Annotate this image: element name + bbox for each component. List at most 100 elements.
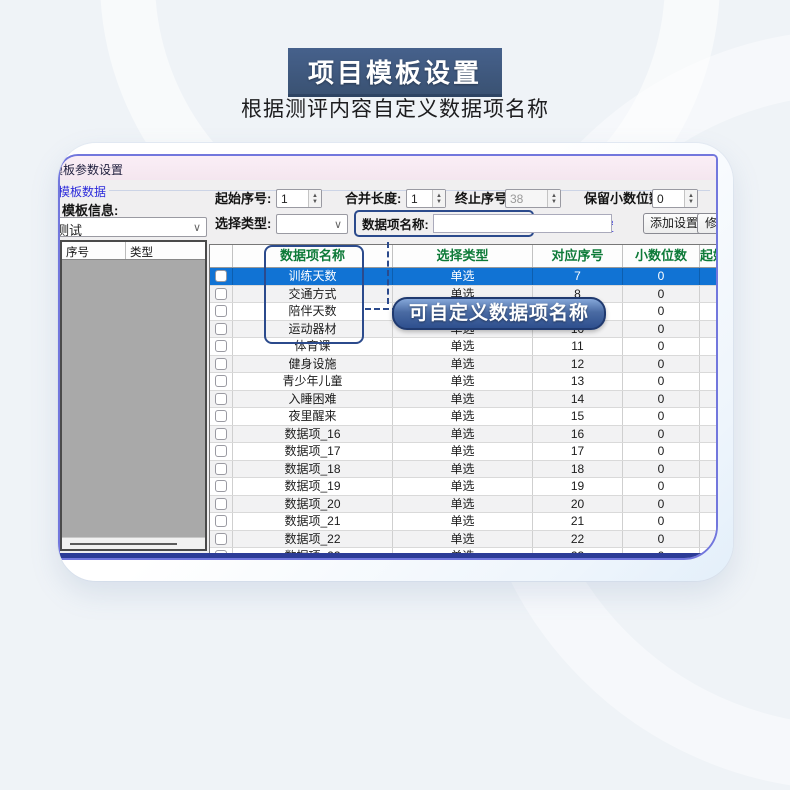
cell-select-type: 单选 — [393, 408, 533, 425]
page-title: 项目模板设置 — [288, 48, 502, 97]
decimal-places-value: 0 — [653, 190, 684, 207]
table-row[interactable]: 数据项_20 单选 20 0 — [210, 496, 716, 514]
row-checkbox[interactable] — [215, 323, 227, 335]
cell-decimals: 0 — [623, 391, 700, 408]
cell-decimals: 0 — [623, 496, 700, 513]
cell-number: 14 — [533, 391, 623, 408]
item-name-input[interactable] — [433, 214, 612, 233]
row-checkbox[interactable] — [215, 445, 227, 457]
row-checkbox[interactable] — [215, 463, 227, 475]
cell-start-number — [700, 496, 716, 513]
cell-item-name: 夜里醒来 — [233, 408, 393, 425]
col-header-decimals: 小数位数 — [623, 245, 700, 267]
cell-number: 15 — [533, 408, 623, 425]
table-row[interactable]: 健身设施 单选 12 0 — [210, 356, 716, 374]
scrollbar-thumb[interactable] — [70, 543, 177, 545]
cell-start-number — [700, 373, 716, 390]
cell-start-number — [700, 286, 716, 303]
annotation-dashed-line — [387, 242, 389, 304]
col-header-number: 对应序号 — [533, 245, 623, 267]
cell-start-number — [700, 356, 716, 373]
template-select[interactable]: 测试 ∨ — [58, 217, 207, 237]
cell-item-name: 数据项_21 — [233, 513, 393, 530]
row-checkbox[interactable] — [215, 428, 227, 440]
cell-item-name: 健身设施 — [233, 356, 393, 373]
groupbox-label: 模板数据 — [58, 183, 109, 200]
row-checkbox[interactable] — [215, 515, 227, 527]
cell-number: 12 — [533, 356, 623, 373]
cell-decimals: 0 — [623, 426, 700, 443]
cell-select-type: 单选 — [393, 426, 533, 443]
row-checkbox[interactable] — [215, 375, 227, 387]
table-row[interactable]: 数据项_18 单选 18 0 — [210, 461, 716, 479]
cell-number: 21 — [533, 513, 623, 530]
cell-start-number — [700, 478, 716, 495]
cell-item-name: 数据项_18 — [233, 461, 393, 478]
row-checkbox[interactable] — [215, 480, 227, 492]
cell-item-name: 青少年儿童 — [233, 373, 393, 390]
horizontal-scrollbar[interactable] — [62, 537, 205, 549]
row-checkbox[interactable] — [215, 410, 227, 422]
page-subtitle: 根据测评内容自定义数据项名称 — [0, 93, 790, 123]
stepper-arrows-icon[interactable]: ▲▼ — [432, 190, 445, 207]
custom-name-callout: 可自定义数据项名称 — [392, 297, 606, 330]
stepper-arrows-icon[interactable]: ▲▼ — [308, 190, 321, 207]
table-row[interactable]: 夜里醒来 单选 15 0 — [210, 408, 716, 426]
cell-decimals: 0 — [623, 356, 700, 373]
template-settings-dialog: 模板参数设置 模板数据 模板信息: 测试 ∨ 序号 类型 起始序号: 1 ▲▼ … — [58, 154, 718, 560]
select-all-cell — [210, 245, 233, 267]
cell-select-type: 单选 — [393, 268, 533, 285]
cell-start-number — [700, 531, 716, 548]
cell-item-name: 数据项_16 — [233, 426, 393, 443]
cell-start-number — [700, 321, 716, 338]
table-row[interactable]: 数据项_21 单选 21 0 — [210, 513, 716, 531]
end-number-stepper: 38 ▲▼ — [505, 189, 561, 208]
cell-number: 22 — [533, 531, 623, 548]
cell-number: 16 — [533, 426, 623, 443]
cell-select-type: 单选 — [393, 513, 533, 530]
row-checkbox[interactable] — [215, 498, 227, 510]
table-row[interactable]: 数据项_16 单选 16 0 — [210, 426, 716, 444]
cell-decimals: 0 — [623, 478, 700, 495]
cell-decimals: 0 — [623, 461, 700, 478]
cell-item-name: 入睡困难 — [233, 391, 393, 408]
select-type-dropdown[interactable]: ∨ — [276, 214, 348, 234]
row-checkbox[interactable] — [215, 358, 227, 370]
cell-number: 11 — [533, 338, 623, 355]
cell-select-type: 单选 — [393, 496, 533, 513]
merge-length-stepper[interactable]: 1 ▲▼ — [406, 189, 446, 208]
cell-start-number — [700, 391, 716, 408]
table-row[interactable]: 数据项_19 单选 19 0 — [210, 478, 716, 496]
cell-decimals: 0 — [623, 531, 700, 548]
end-number-label: 终止序号: — [455, 189, 511, 209]
cell-select-type: 单选 — [393, 356, 533, 373]
add-setting-button[interactable]: 添加设置 — [643, 213, 705, 234]
modify-button[interactable]: 修改 — [697, 213, 718, 234]
cell-decimals: 0 — [623, 373, 700, 390]
row-checkbox[interactable] — [215, 533, 227, 545]
row-checkbox[interactable] — [215, 393, 227, 405]
table-row[interactable]: 数据项_22 单选 22 0 — [210, 531, 716, 549]
row-checkbox[interactable] — [215, 270, 227, 282]
row-checkbox[interactable] — [215, 305, 227, 317]
cell-start-number — [700, 443, 716, 460]
cell-number: 18 — [533, 461, 623, 478]
table-row[interactable]: 青少年儿童 单选 13 0 — [210, 373, 716, 391]
cell-decimals: 0 — [623, 303, 700, 320]
decimal-places-stepper[interactable]: 0 ▲▼ — [652, 189, 698, 208]
cell-select-type: 单选 — [393, 373, 533, 390]
cell-start-number — [700, 338, 716, 355]
chevron-down-icon: ∨ — [334, 218, 342, 231]
row-checkbox[interactable] — [215, 288, 227, 300]
start-number-stepper[interactable]: 1 ▲▼ — [276, 189, 322, 208]
start-number-label: 起始序号: — [215, 189, 271, 209]
cell-select-type: 单选 — [393, 478, 533, 495]
cell-start-number — [700, 268, 716, 285]
table-row[interactable]: 入睡困难 单选 14 0 — [210, 391, 716, 409]
sidebar-table: 序号 类型 — [60, 240, 207, 551]
sidebar-table-header: 序号 类型 — [62, 242, 205, 260]
stepper-arrows-icon[interactable]: ▲▼ — [684, 190, 697, 207]
cell-start-number — [700, 426, 716, 443]
row-checkbox[interactable] — [215, 340, 227, 352]
table-row[interactable]: 数据项_17 单选 17 0 — [210, 443, 716, 461]
